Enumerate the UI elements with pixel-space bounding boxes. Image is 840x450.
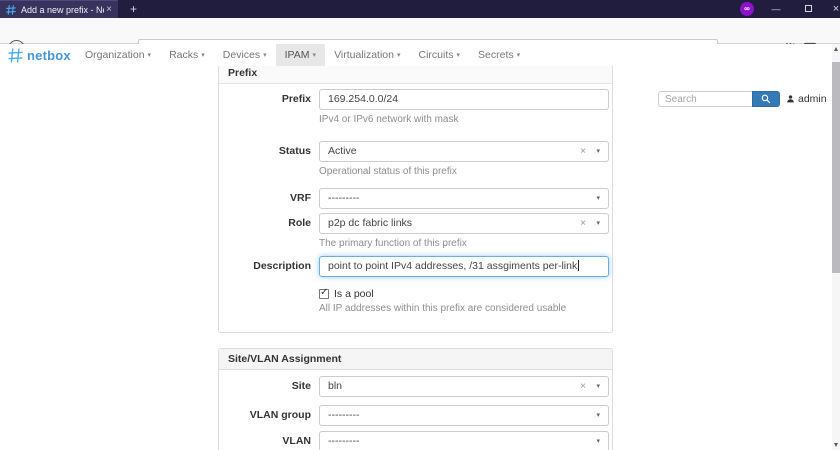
chevron-down-icon: ▾ xyxy=(201,52,205,59)
field-help: The primary function of this prefix xyxy=(319,238,467,249)
new-tab-button[interactable]: + xyxy=(124,0,143,18)
search-input[interactable] xyxy=(658,91,752,107)
dropdown-caret-icon[interactable]: ▾ xyxy=(596,214,600,233)
menu-item-ipam[interactable]: IPAM ▾ xyxy=(275,44,326,66)
menu-item-racks[interactable]: Racks ▾ xyxy=(160,44,214,66)
form-row-status: Status Active × ▾ xyxy=(219,141,612,162)
search-button[interactable] xyxy=(752,91,780,107)
field-label: VLAN xyxy=(282,435,311,447)
browser-window: Add a new prefix - NetBox × + ∞ — × ← → … xyxy=(0,0,840,450)
netbox-navbar: netbox Organization ▾ Racks ▾ Devices ▾ IPA… xyxy=(0,44,840,107)
field-label: Site xyxy=(291,380,311,392)
netbox-brand[interactable]: netbox xyxy=(8,44,71,66)
browser-tab[interactable]: Add a new prefix - NetBox × xyxy=(0,0,118,18)
dropdown-caret-icon[interactable]: ▾ xyxy=(596,189,600,208)
field-help: All IP addresses within this prefix are … xyxy=(319,303,567,314)
chevron-down-icon: ▾ xyxy=(147,52,152,59)
clear-icon[interactable]: × xyxy=(580,142,586,161)
brand-label: netbox xyxy=(27,47,71,63)
window-restore-button[interactable] xyxy=(796,0,820,18)
clear-icon[interactable]: × xyxy=(580,214,586,233)
user-label: admin xyxy=(798,93,827,105)
field-label: Role xyxy=(288,217,311,229)
field-label: Status xyxy=(278,145,311,157)
search-icon xyxy=(761,94,771,104)
prefix-input[interactable]: 169.254.0.0/24 xyxy=(319,89,609,110)
role-select[interactable]: p2p dc fabric links × ▾ xyxy=(319,213,609,234)
field-label: Description xyxy=(253,260,311,272)
main-menu: Organization ▾ Racks ▾ Devices ▾ IPAM ▾ Virt… xyxy=(76,44,529,66)
field-label: Prefix xyxy=(281,93,311,105)
panel-title: Site/VLAN Assignment xyxy=(219,349,612,370)
browser-toolbar: ← → ↻ ⌂ i 192.168.141.137:32769/ipam/pre… xyxy=(0,18,840,59)
dropdown-caret-icon[interactable]: ▾ xyxy=(596,142,600,161)
field-label: VRF xyxy=(290,192,311,204)
user-icon xyxy=(787,95,794,103)
vlan-select[interactable]: --------- ▾ xyxy=(319,431,609,450)
netbox-logo-icon xyxy=(8,47,23,63)
restore-icon xyxy=(804,5,812,12)
dropdown-caret-icon[interactable]: ▾ xyxy=(596,377,600,396)
field-help: IPv4 or IPv6 network with mask xyxy=(319,114,459,125)
tab-title: Add a new prefix - NetBox xyxy=(21,4,104,15)
vlan-group-select[interactable]: --------- ▾ xyxy=(319,405,609,426)
menu-item-circuits[interactable]: Circuits ▾ xyxy=(410,44,470,66)
clear-icon[interactable]: × xyxy=(580,377,586,396)
browser-titlebar: Add a new prefix - NetBox × + ∞ — × xyxy=(0,0,840,18)
form-row-site: Site bln × ▾ xyxy=(219,376,612,397)
window-close-button[interactable]: × xyxy=(824,0,840,18)
form-row-vrf: VRF --------- ▾ xyxy=(219,188,612,209)
site-vlan-panel: Site/VLAN Assignment Site bln × ▾ VLAN g… xyxy=(218,348,613,450)
chevron-down-icon: ▾ xyxy=(516,52,521,59)
field-help: Operational status of this prefix xyxy=(319,166,457,177)
chevron-down-icon: ▾ xyxy=(397,52,401,59)
description-input[interactable]: point to point IPv4 addresses, /31 assgi… xyxy=(319,256,609,277)
page-scrollbar[interactable] xyxy=(832,44,840,450)
vrf-select[interactable]: --------- ▾ xyxy=(319,188,609,209)
form-row-prefix: Prefix 169.254.0.0/24 xyxy=(219,89,612,110)
scroll-up-arrow-icon[interactable] xyxy=(833,47,838,51)
panel-title: Prefix xyxy=(219,64,612,84)
dropdown-caret-icon[interactable]: ▾ xyxy=(596,406,600,425)
form-row-vlan: VLAN --------- ▾ xyxy=(219,431,612,450)
scrollbar-thumb[interactable] xyxy=(832,62,840,273)
is-a-pool-row: ✓ Is a pool xyxy=(319,287,374,300)
site-select[interactable]: bln × ▾ xyxy=(319,376,609,397)
menu-item-devices[interactable]: Devices ▾ xyxy=(214,44,276,66)
checkbox-label[interactable]: Is a pool xyxy=(334,288,374,300)
window-minimize-button[interactable]: — xyxy=(764,0,788,18)
menu-item-secrets[interactable]: Secrets ▾ xyxy=(469,44,529,66)
scroll-down-arrow-icon[interactable] xyxy=(833,443,838,447)
text-cursor xyxy=(578,260,580,271)
checkmark-icon: ✓ xyxy=(320,287,329,298)
tab-close-icon[interactable]: × xyxy=(104,1,114,19)
prefix-panel: Prefix Prefix 169.254.0.0/24 IPv4 or IPv… xyxy=(218,63,613,333)
menu-item-organization[interactable]: Organization ▾ xyxy=(76,44,160,66)
chevron-down-icon: ▾ xyxy=(456,52,461,59)
chevron-down-icon: ▾ xyxy=(263,52,267,59)
status-select[interactable]: Active × ▾ xyxy=(319,141,609,162)
form-row-role: Role p2p dc fabric links × ▾ xyxy=(219,213,612,234)
form-row-vlan-group: VLAN group --------- ▾ xyxy=(219,405,612,426)
is-a-pool-checkbox[interactable]: ✓ xyxy=(319,287,329,299)
form-row-description: Description point to point IPv4 addresse… xyxy=(219,256,612,277)
menu-item-virtualization[interactable]: Virtualization ▾ xyxy=(325,44,409,66)
extension-icon[interactable]: ∞ xyxy=(740,2,754,16)
user-menu[interactable]: admin ▾ xyxy=(786,91,836,107)
netbox-favicon-icon xyxy=(6,4,16,15)
dropdown-caret-icon[interactable]: ▾ xyxy=(596,432,600,450)
chevron-down-icon: ▾ xyxy=(312,52,317,59)
field-label: VLAN group xyxy=(249,409,311,421)
